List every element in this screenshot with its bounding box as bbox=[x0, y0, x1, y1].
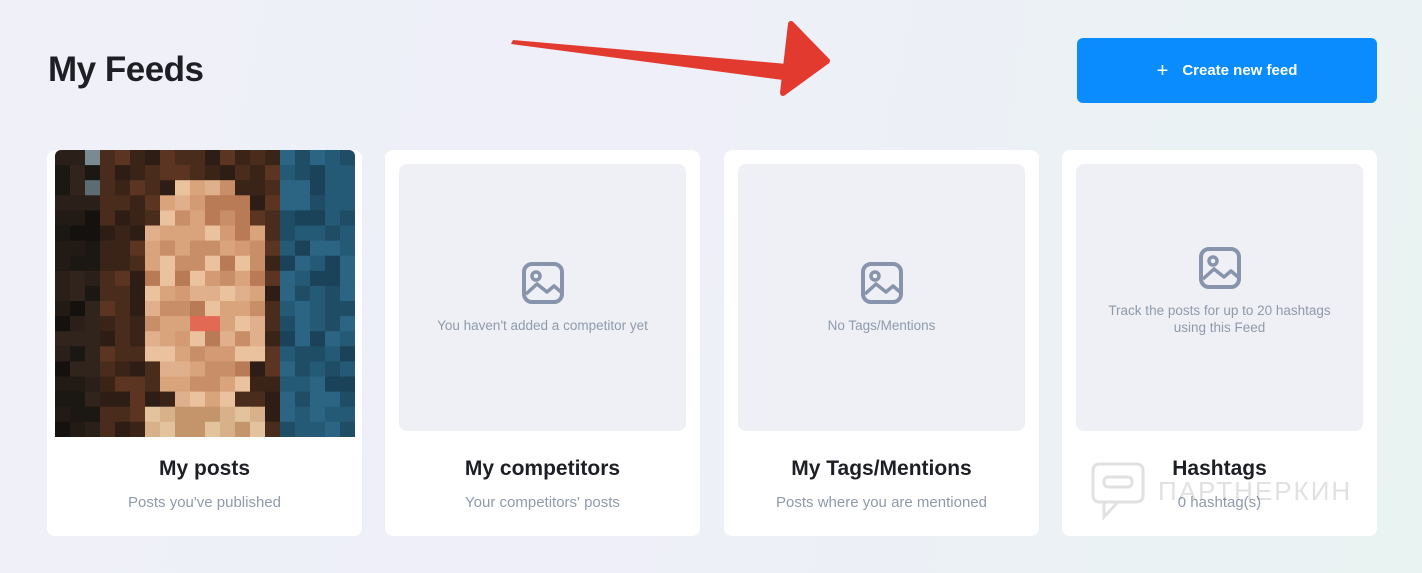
feed-card-my-posts[interactable]: My posts Posts you've published bbox=[47, 150, 362, 536]
profile-photo-pixelated bbox=[55, 150, 355, 437]
card-subtitle: Posts where you are mentioned bbox=[776, 494, 987, 511]
image-placeholder-icon bbox=[860, 262, 903, 304]
page-title: My Feeds bbox=[48, 50, 204, 89]
card-title: My competitors bbox=[464, 457, 621, 480]
card-subtitle: Posts you've published bbox=[128, 494, 281, 511]
watermark: ПАРТНЕРКИН bbox=[1090, 460, 1375, 522]
card-subtitle: Your competitors' posts bbox=[465, 494, 620, 511]
placeholder-text: Track the posts for up to 20 hashtags us… bbox=[1108, 302, 1331, 335]
watermark-logo-icon bbox=[1091, 462, 1145, 521]
card-title: My posts bbox=[158, 457, 250, 480]
feed-card-my-competitors[interactable]: You haven't added a competitor yet My co… bbox=[385, 150, 700, 536]
watermark-text: ПАРТНЕРКИН bbox=[1158, 475, 1353, 506]
plus-icon: + bbox=[1156, 59, 1169, 82]
red-arrow-annotation bbox=[511, 21, 830, 96]
create-new-feed-button[interactable]: + Create new feed bbox=[1077, 38, 1377, 103]
image-placeholder-icon bbox=[1198, 246, 1241, 289]
feed-card-my-tags-mentions[interactable]: No Tags/Mentions My Tags/Mentions Posts … bbox=[724, 150, 1039, 536]
create-new-feed-label: Create new feed bbox=[1182, 62, 1298, 79]
placeholder-text: No Tags/Mentions bbox=[827, 318, 936, 333]
placeholder-area: You haven't added a competitor yet bbox=[399, 164, 686, 431]
placeholder-area: Track the posts for up to 20 hashtags us… bbox=[1076, 164, 1363, 431]
placeholder-area: No Tags/Mentions bbox=[738, 164, 1025, 431]
image-placeholder-icon bbox=[521, 262, 564, 304]
placeholder-text: You haven't added a competitor yet bbox=[437, 318, 648, 333]
card-title: My Tags/Mentions bbox=[791, 457, 972, 480]
